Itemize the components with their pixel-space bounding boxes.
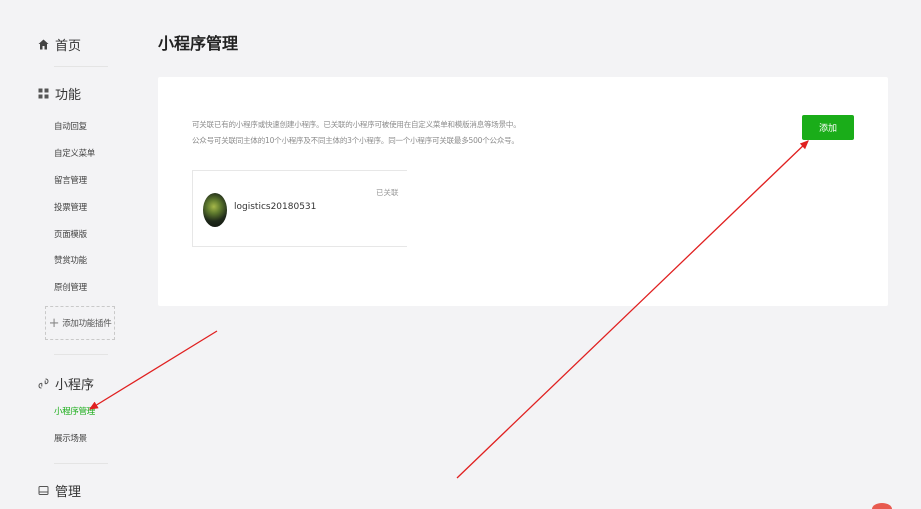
sidebar-group-features: 功能 [38, 84, 81, 103]
description-line-1: 可关联已有的小程序或快速创建小程序。已关联的小程序可被使用在自定义菜单和模版消息… [192, 120, 521, 129]
miniprogram-avatar [203, 193, 227, 227]
link-icon [38, 378, 49, 389]
sidebar-item-display-scene[interactable]: 展示场景 [54, 432, 87, 444]
miniprogram-panel: 可关联已有的小程序或快速创建小程序。已关联的小程序可被使用在自定义菜单和模版消息… [158, 77, 888, 306]
sidebar-group-label: 管理 [55, 485, 82, 500]
description: 可关联已有的小程序或快速创建小程序。已关联的小程序可被使用在自定义菜单和模版消息… [192, 117, 521, 149]
page-title: 小程序管理 [158, 34, 239, 53]
sidebar-item-miniprogram-manage[interactable]: 小程序管理 [54, 405, 95, 417]
plus-icon: + [48, 315, 60, 331]
sidebar-group-label: 功能 [55, 88, 82, 103]
sidebar-item-auto-reply[interactable]: 自动回复 [54, 120, 87, 132]
add-plugin-label: 添加功能插件 [62, 319, 112, 329]
sidebar-item-page-templates[interactable]: 页面模版 [54, 228, 87, 240]
sidebar-item-custom-menu[interactable]: 自定义菜单 [54, 147, 95, 159]
sidebar-item-original[interactable]: 原创管理 [54, 281, 87, 293]
sidebar-group-label: 小程序 [55, 378, 95, 393]
sidebar-group-manage[interactable]: 管理 [38, 481, 81, 500]
sidebar-divider [54, 66, 108, 67]
grid-icon [38, 88, 49, 99]
sidebar: 首页 功能 自动回复 自定义菜单 留言管理 投票管理 页面模版 赞赏功能 原创管… [0, 0, 130, 509]
sidebar-item-home[interactable]: 首页 [38, 35, 81, 54]
add-plugin-button[interactable]: + 添加功能插件 [45, 306, 115, 340]
sidebar-item-reward[interactable]: 赞赏功能 [54, 254, 87, 266]
miniprogram-name: logistics20180531 [234, 202, 317, 212]
sidebar-group-miniprogram: 小程序 [38, 374, 94, 393]
miniprogram-card[interactable]: logistics20180531 已关联 [192, 170, 407, 247]
add-button[interactable]: 添加 [802, 115, 854, 140]
corner-badge [872, 503, 892, 509]
sidebar-item-comments[interactable]: 留言管理 [54, 174, 87, 186]
description-line-2: 公众号可关联同主体的10个小程序及不同主体的3个小程序。同一个小程序可关联最多5… [192, 136, 519, 145]
sidebar-divider [54, 354, 108, 355]
sidebar-item-label: 首页 [55, 39, 82, 54]
app-window: 首页 功能 自动回复 自定义菜单 留言管理 投票管理 页面模版 赞赏功能 原创管… [0, 0, 921, 509]
sidebar-divider [54, 463, 108, 464]
miniprogram-status: 已关联 [376, 188, 399, 197]
manage-icon [38, 485, 49, 496]
sidebar-item-votes[interactable]: 投票管理 [54, 201, 87, 213]
home-icon [38, 39, 49, 50]
